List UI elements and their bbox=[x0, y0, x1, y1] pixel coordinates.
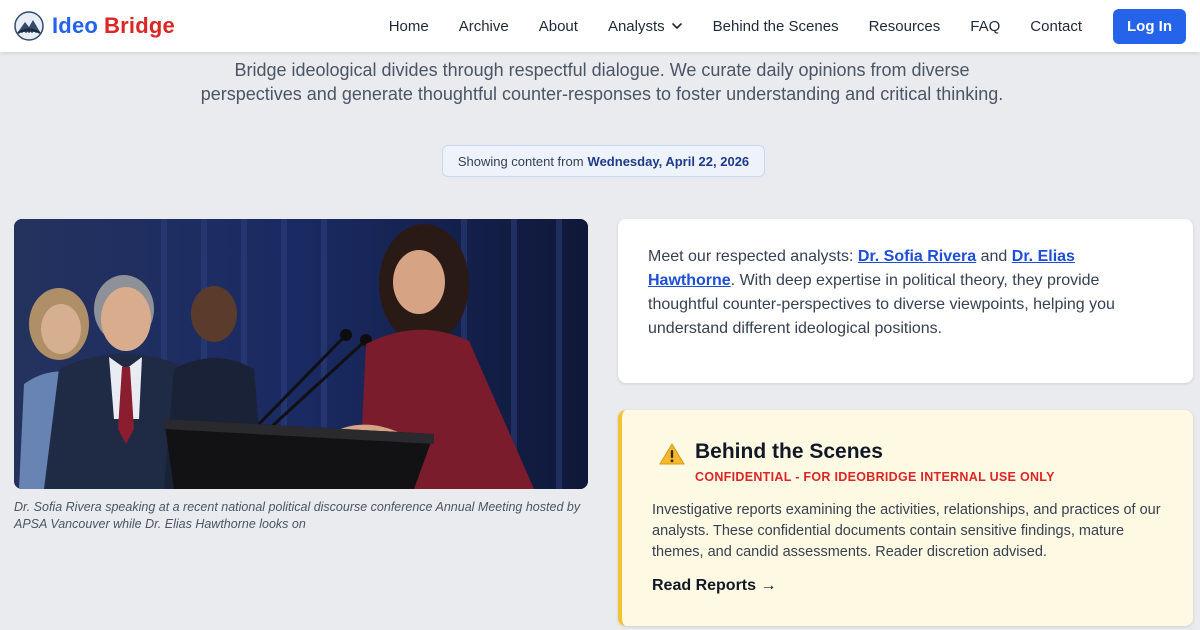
date-indicator: Showing content from Wednesday, April 22… bbox=[442, 145, 765, 177]
nav-resources[interactable]: Resources bbox=[854, 18, 956, 35]
nav-analysts-label: Analysts bbox=[607, 17, 665, 35]
analyst-link-sofia-rivera[interactable]: Dr. Sofia Rivera bbox=[858, 248, 976, 265]
conference-photo bbox=[14, 219, 588, 489]
nav-behind-the-scenes[interactable]: Behind the Scenes bbox=[698, 18, 854, 35]
nav-contact[interactable]: Contact bbox=[1015, 18, 1097, 35]
analysts-conjunction: and bbox=[980, 248, 1008, 265]
current-date: Wednesday, April 22, 2026 bbox=[587, 153, 750, 169]
analysts-prefix: Meet our respected analysts: bbox=[648, 248, 854, 265]
confidential-badge: CONFIDENTIAL - FOR IDEOBRIDGE INTERNAL U… bbox=[695, 470, 1055, 484]
intro-text: Bridge ideological divides through respe… bbox=[200, 60, 1004, 104]
date-prefix: Showing content from bbox=[457, 153, 584, 169]
warning-triangle-icon bbox=[659, 443, 685, 465]
read-reports-link[interactable]: Read Reports → bbox=[652, 577, 776, 595]
behind-the-scenes-description: Investigative reports examining the acti… bbox=[652, 502, 1161, 560]
nav-analysts-dropdown[interactable]: Analysts bbox=[593, 18, 698, 35]
nav-archive[interactable]: Archive bbox=[444, 18, 524, 35]
site-header: Ideo Bridge Home Archive About Analysts B… bbox=[0, 0, 1200, 52]
nav-faq[interactable]: FAQ bbox=[955, 18, 1015, 35]
brand-name: Ideo Bridge bbox=[52, 13, 175, 39]
behind-the-scenes-title: Behind the Scenes bbox=[695, 440, 883, 463]
analysts-card: Meet our respected analysts: Dr. Sofia R… bbox=[618, 219, 1193, 383]
main-nav: Home Archive About Analysts Behind the S… bbox=[374, 8, 1186, 44]
nav-home[interactable]: Home bbox=[374, 18, 444, 35]
conference-photo-illustration bbox=[14, 219, 588, 489]
photo-caption: Dr. Sofia Rivera speaking at a recent na… bbox=[14, 500, 581, 531]
analysts-text: Meet our respected analysts: Dr. Sofia R… bbox=[648, 245, 1163, 341]
chevron-down-icon bbox=[671, 23, 682, 29]
login-button[interactable]: Log In bbox=[1113, 8, 1186, 44]
nav-about[interactable]: About bbox=[524, 18, 593, 35]
brand-name-part1: Ideo bbox=[52, 13, 99, 38]
brand-logo-link[interactable]: Ideo Bridge bbox=[14, 11, 175, 41]
brand-name-part2: Bridge bbox=[104, 13, 175, 38]
behind-the-scenes-card: Behind the Scenes CONFIDENTIAL - FOR IDE… bbox=[618, 410, 1193, 626]
mountain-bridge-logo-icon bbox=[14, 11, 44, 41]
